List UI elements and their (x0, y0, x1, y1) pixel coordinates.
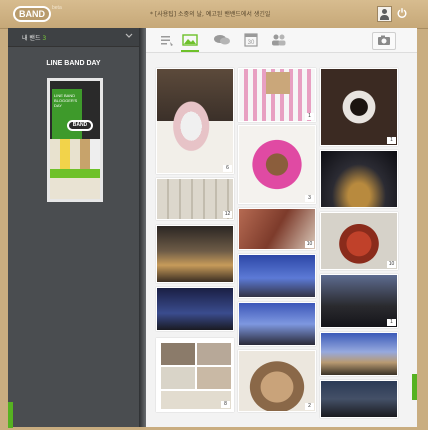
band-cover-image[interactable]: LINE BAND BLOGGER'S DAY BAND (47, 78, 103, 202)
camera-icon (378, 35, 390, 45)
photo-thumb[interactable]: 10 (320, 212, 398, 270)
chat-icon (214, 35, 230, 45)
right-page-handle[interactable] (412, 374, 417, 400)
band-count-badge: 3 (42, 35, 47, 42)
photo-count: 3 (305, 195, 314, 202)
top-bar: BAND beta * [사용팁] 소중의 날, 예고된 밴밴드에서 생긴일 (0, 0, 428, 29)
photo-count: 2 (305, 403, 314, 410)
chevron-down-icon (124, 31, 134, 43)
svg-text:30: 30 (248, 40, 255, 46)
photo-thumb[interactable]: 1 (320, 274, 398, 328)
photo-thumb[interactable]: 10 (238, 208, 316, 250)
photo-thumb[interactable] (238, 254, 316, 298)
tab-board[interactable] (158, 32, 176, 48)
cover-logo: BAND (67, 120, 93, 131)
photo-thumb[interactable]: 1 (320, 68, 398, 146)
members-icon (272, 34, 286, 46)
band-selector[interactable]: 내 밴드 3 (8, 28, 139, 47)
tab-photos[interactable] (181, 32, 199, 48)
cover-text: LINE BAND BLOGGER'S DAY (54, 93, 78, 108)
photo-album-panel: 30 6 12 8 1 3 10 2 1 10 1 (146, 28, 417, 427)
list-icon (161, 36, 173, 46)
tab-members[interactable] (270, 32, 288, 48)
photo-count: 1 (305, 113, 314, 120)
calendar-icon: 30 (244, 33, 258, 47)
photo-count: 1 (387, 319, 396, 326)
photo-thumb[interactable]: 3 (238, 125, 316, 204)
tab-bar: 30 (146, 28, 417, 53)
photo-thumb[interactable]: 6 (156, 68, 234, 174)
photo-thumb[interactable] (238, 302, 316, 346)
upload-photo-button[interactable] (372, 32, 396, 50)
tab-calendar[interactable]: 30 (242, 32, 260, 48)
book-binding (139, 28, 146, 427)
left-page-handle[interactable] (8, 402, 13, 428)
photo-count: 10 (305, 241, 314, 248)
photo-thumb[interactable] (320, 332, 398, 376)
photo-thumb[interactable]: 2 (238, 350, 316, 412)
logo-beta-label: beta (52, 5, 62, 11)
photo-icon (182, 34, 198, 46)
band-sidebar: 내 밴드 3 LINE BAND DAY LINE BAND BLOGGER'S… (8, 28, 139, 428)
band-title: LINE BAND DAY (46, 60, 101, 67)
photo-count: 1 (387, 137, 396, 144)
photo-count: 8 (221, 401, 230, 408)
user-avatar[interactable] (377, 6, 392, 22)
photo-thumb[interactable]: 8 (156, 338, 234, 412)
notice-text[interactable]: * [사용팁] 소중의 날, 예고된 밴밴드에서 생긴일 (150, 9, 270, 18)
photo-thumb[interactable] (156, 225, 234, 283)
photo-thumb[interactable]: 1 (238, 68, 316, 122)
power-icon[interactable] (396, 7, 408, 19)
photo-count: 10 (387, 261, 396, 268)
tab-chat[interactable] (213, 32, 231, 48)
photo-count: 6 (223, 165, 232, 172)
photo-thumb[interactable] (156, 287, 234, 331)
photo-count: 12 (223, 211, 232, 218)
photo-grid: 6 12 8 1 3 10 2 1 10 1 (156, 68, 400, 427)
band-selector-label: 내 밴드 3 (22, 33, 46, 42)
photo-thumb[interactable] (320, 150, 398, 208)
band-selector-text: 내 밴드 (22, 35, 41, 42)
band-logo[interactable]: BAND (13, 6, 51, 22)
photo-thumb[interactable]: 12 (156, 178, 234, 220)
photo-thumb[interactable] (320, 380, 398, 418)
